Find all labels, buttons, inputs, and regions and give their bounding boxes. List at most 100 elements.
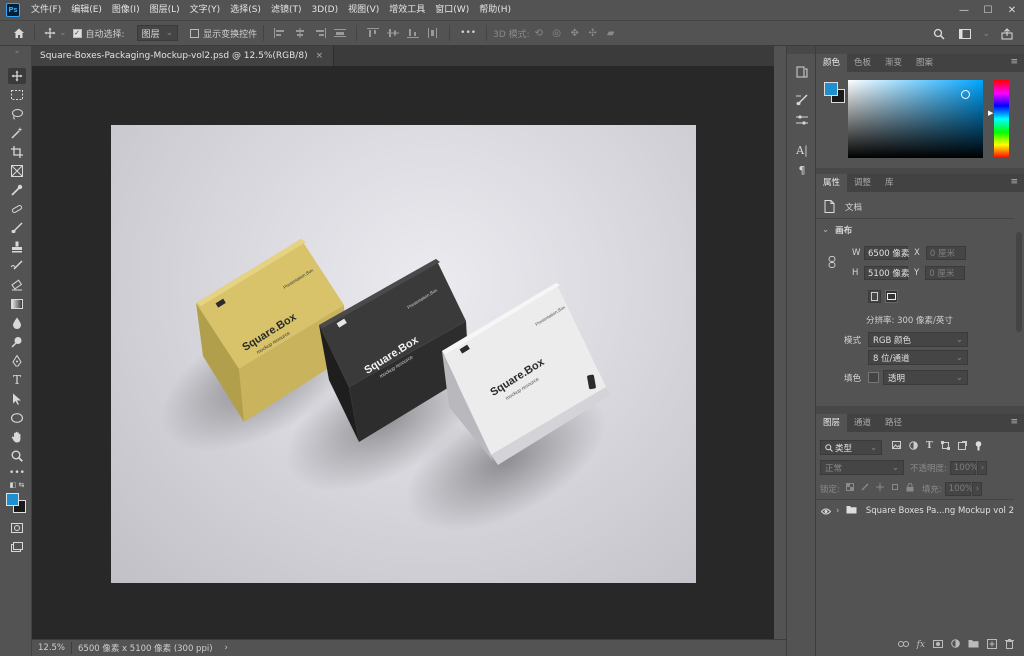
canvas-height-field[interactable]: 5100 像素	[864, 266, 909, 280]
menu-type[interactable]: 文字(Y)	[185, 0, 226, 20]
align-top-icon[interactable]	[366, 27, 380, 39]
opacity-field[interactable]: 100%	[949, 460, 978, 475]
edit-toolbar-icon[interactable]: •••	[8, 465, 26, 481]
lock-transparent-pixels-icon[interactable]	[845, 483, 854, 495]
lock-image-pixels-icon[interactable]	[861, 483, 869, 495]
canvas-section-header[interactable]: ⌄ 画布	[822, 224, 852, 236]
color-swatches[interactable]	[6, 493, 28, 515]
tab-paths[interactable]: 路径	[878, 414, 909, 432]
adjustment-layer-filter-icon[interactable]	[909, 441, 918, 454]
blur-tool-icon[interactable]	[8, 315, 26, 331]
menu-view[interactable]: 视图(V)	[343, 0, 384, 20]
character-panel-icon[interactable]: A|	[793, 142, 811, 158]
healing-brush-tool-icon[interactable]	[8, 201, 26, 217]
menu-select[interactable]: 选择(S)	[225, 0, 266, 20]
landscape-orientation-button[interactable]	[885, 290, 898, 303]
eyedropper-tool-icon[interactable]	[8, 182, 26, 198]
ellipse-tool-icon[interactable]	[8, 410, 26, 426]
fill-dropdown-arrow[interactable]: ›	[971, 482, 982, 496]
frame-tool-icon[interactable]	[8, 163, 26, 179]
screen-mode-icon[interactable]	[8, 539, 26, 555]
lock-artboard-icon[interactable]	[891, 483, 899, 495]
brush-tool-icon[interactable]	[8, 220, 26, 236]
more-options-button[interactable]: •••	[460, 28, 476, 38]
gradient-tool-icon[interactable]	[8, 296, 26, 312]
filter-toggle-icon[interactable]	[975, 441, 982, 454]
move-tool-icon[interactable]	[8, 68, 26, 84]
lock-all-icon[interactable]	[906, 483, 914, 495]
new-layer-icon[interactable]	[987, 638, 997, 652]
delete-layer-icon[interactable]	[1005, 638, 1014, 652]
menu-file[interactable]: 文件(F)	[26, 0, 66, 20]
close-window-button[interactable]: ✕	[1000, 0, 1024, 20]
hand-tool-icon[interactable]	[8, 429, 26, 445]
align-vertical-center-icon[interactable]	[386, 27, 400, 39]
align-horizontal-center-icon[interactable]	[293, 27, 307, 39]
tab-gradients[interactable]: 渐变	[878, 54, 909, 72]
visibility-eye-icon[interactable]	[816, 508, 836, 515]
portrait-orientation-button[interactable]	[868, 290, 881, 303]
search-icon[interactable]	[930, 25, 948, 43]
paragraph-panel-icon[interactable]: ¶	[793, 162, 811, 178]
brush-settings-panel-icon[interactable]	[793, 92, 811, 108]
fill-select[interactable]: 透明 ⌄	[883, 370, 968, 385]
distribute-horizontal-icon[interactable]	[333, 27, 347, 39]
menu-image[interactable]: 图像(I)	[107, 0, 145, 20]
tab-patterns[interactable]: 图案	[909, 54, 940, 72]
lock-position-icon[interactable]	[875, 483, 884, 495]
panel-menu-icon[interactable]: ≡	[1010, 417, 1018, 427]
path-selection-tool-icon[interactable]	[8, 391, 26, 407]
menu-plugins[interactable]: 增效工具	[384, 0, 430, 20]
tab-properties[interactable]: 属性	[816, 174, 848, 192]
fill-opacity-field[interactable]: 100%	[944, 482, 973, 496]
quick-mask-icon[interactable]	[8, 520, 26, 536]
expand-group-icon[interactable]: ›	[836, 506, 846, 516]
panel-menu-icon[interactable]: ≡	[1010, 177, 1018, 187]
menu-filter[interactable]: 滤镜(T)	[266, 0, 307, 20]
menu-help[interactable]: 帮助(H)	[474, 0, 516, 20]
collapse-arrows-icon[interactable]: »	[8, 48, 26, 56]
menu-window[interactable]: 窗口(W)	[430, 0, 474, 20]
history-panel-icon[interactable]	[793, 64, 811, 80]
canvas-x-field[interactable]: 0 厘米	[925, 246, 966, 260]
type-layer-filter-icon[interactable]: T	[926, 441, 933, 454]
foreground-color-chip[interactable]	[824, 82, 838, 96]
minimize-button[interactable]: —	[952, 0, 976, 20]
3d-roll-icon[interactable]: ◎	[548, 24, 566, 42]
layer-filter-select[interactable]: 类型 ⌄	[820, 440, 882, 455]
show-transform-controls-checkbox[interactable]: 显示变换控件	[190, 27, 257, 40]
3d-orbit-icon[interactable]: ⟲	[530, 24, 548, 42]
canvas-width-field[interactable]: 6500 像素	[864, 246, 909, 260]
link-layers-icon[interactable]	[897, 640, 909, 650]
history-brush-tool-icon[interactable]	[8, 258, 26, 274]
fill-color-swatch[interactable]	[868, 372, 879, 383]
document-tab[interactable]: Square-Boxes-Packaging-Mockup-vol2.psd @…	[32, 46, 335, 66]
align-right-icon[interactable]	[313, 27, 327, 39]
menu-3d[interactable]: 3D(D)	[306, 0, 343, 20]
smart-object-filter-icon[interactable]	[957, 441, 967, 454]
pixel-layer-filter-icon[interactable]	[892, 441, 901, 454]
layer-row[interactable]: › Square Boxes Pa...ng Mockup vol 2	[816, 502, 1014, 520]
tab-libraries[interactable]: 库	[878, 174, 901, 192]
auto-select-checkbox[interactable]: ✓ 自动选择:	[72, 27, 125, 40]
canvas-workspace[interactable]: Square.Box mockup resource Presentation.…	[32, 66, 774, 639]
hue-slider-arrow[interactable]: ▶	[988, 109, 993, 117]
align-left-icon[interactable]	[273, 27, 287, 39]
type-tool-icon[interactable]: T	[8, 372, 26, 388]
share-icon[interactable]	[998, 25, 1016, 43]
tab-adjustments[interactable]: 调整	[847, 174, 878, 192]
home-icon[interactable]	[10, 24, 28, 42]
properties-scrollbar[interactable]	[1016, 232, 1022, 332]
tab-layers[interactable]: 图层	[816, 414, 848, 432]
layer-name[interactable]: Square Boxes Pa...ng Mockup vol 2	[866, 506, 1014, 516]
zoom-tool-icon[interactable]	[8, 448, 26, 464]
3d-slide-icon[interactable]: ✣	[584, 24, 602, 42]
distribute-vertical-icon[interactable]	[426, 27, 440, 39]
3d-drag-icon[interactable]: ✥	[566, 24, 584, 42]
dodge-tool-icon[interactable]	[8, 334, 26, 350]
tab-channels[interactable]: 通道	[847, 414, 878, 432]
link-dimensions-icon[interactable]	[828, 256, 836, 268]
new-group-icon[interactable]	[968, 639, 979, 651]
panel-menu-icon[interactable]: ≡	[1010, 57, 1018, 67]
magic-wand-tool-icon[interactable]	[8, 125, 26, 141]
